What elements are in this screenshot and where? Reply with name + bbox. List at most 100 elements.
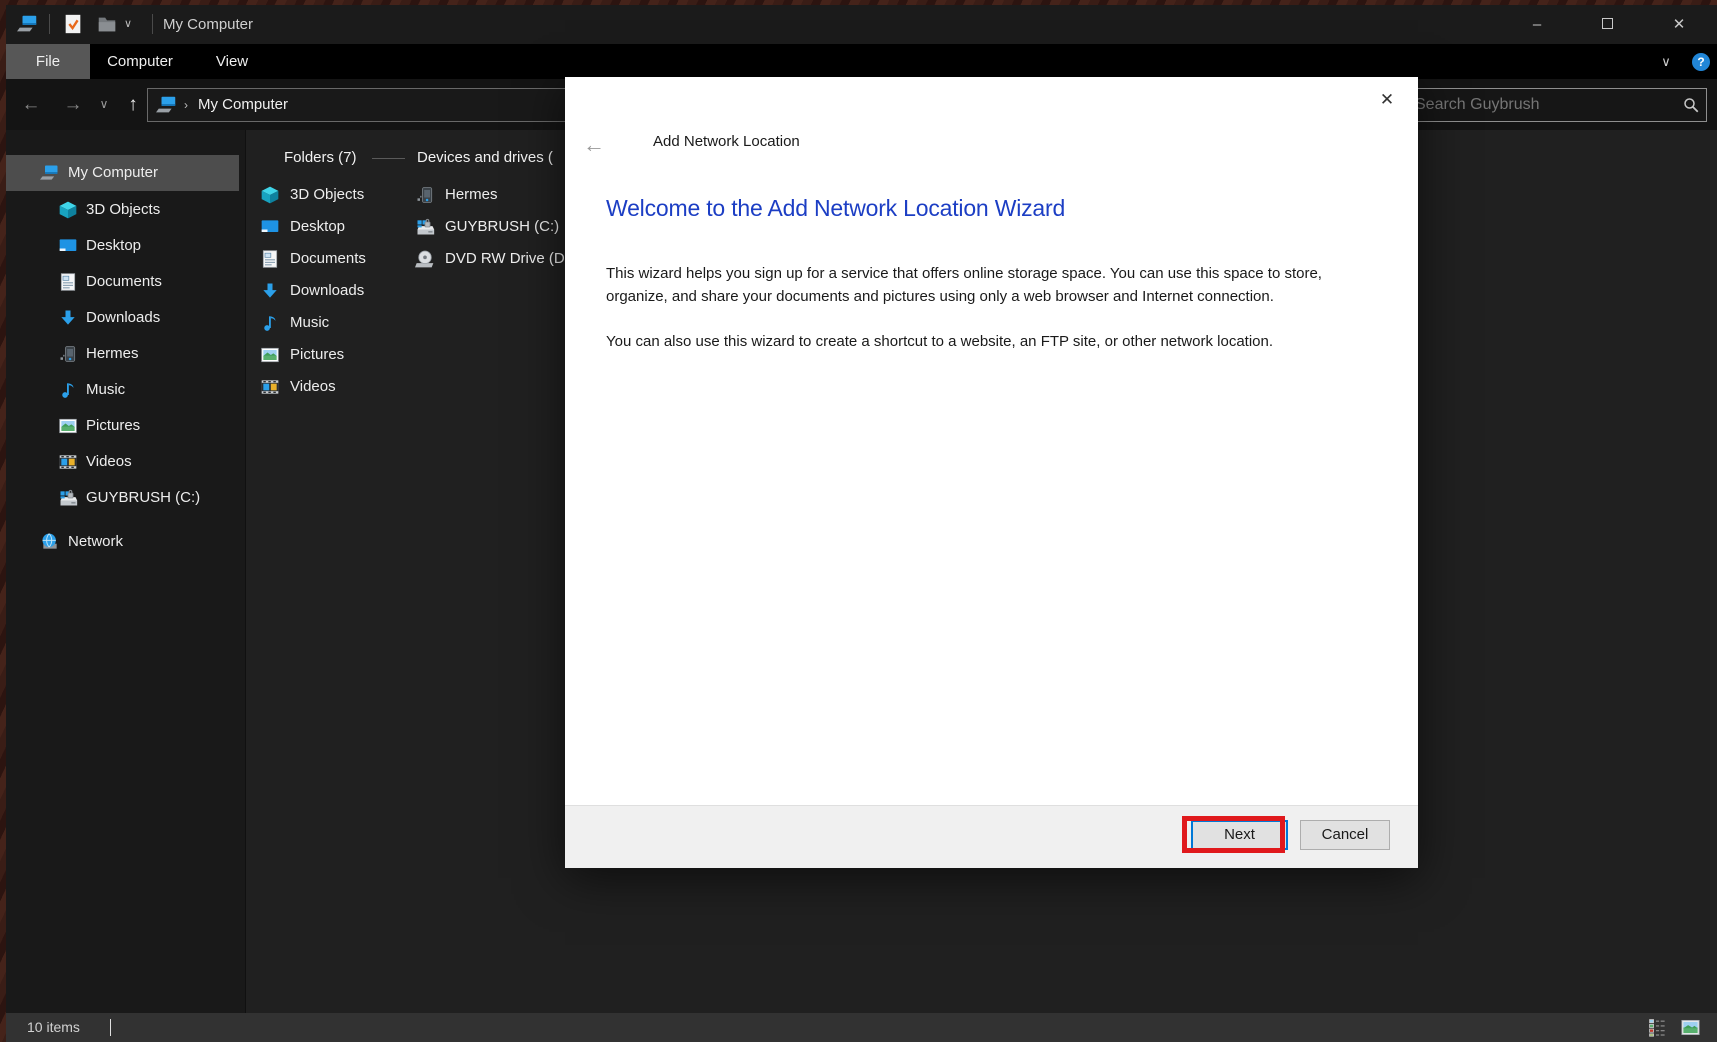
thumbnail-view-button[interactable]	[1679, 1016, 1703, 1039]
dialog-close-icon[interactable]: ✕	[1374, 87, 1400, 113]
status-divider	[110, 1019, 111, 1036]
file-item-label: 3D Objects	[290, 186, 365, 203]
sidebar-item-guybrush-c[interactable]: GUYBRUSH (C:)	[6, 480, 240, 516]
items-count: 10 items	[27, 1019, 80, 1035]
toolbar-divider	[152, 14, 153, 34]
details-view-button[interactable]	[1646, 1016, 1670, 1039]
sidebar-item-label: Desktop	[86, 237, 142, 254]
status-bar: 10 items	[6, 1013, 1717, 1042]
file-item-label: Documents	[290, 250, 366, 267]
cancel-button[interactable]: Cancel	[1300, 820, 1390, 850]
sidebar-item-hermes[interactable]: Hermes	[6, 336, 240, 372]
breadcrumb-computer-icon	[156, 94, 178, 116]
minimize-button[interactable]: –	[1514, 5, 1560, 44]
wizard-heading: Welcome to the Add Network Location Wiza…	[606, 195, 1066, 221]
sidebar-item-label: Documents	[86, 273, 162, 290]
documents-icon	[260, 249, 280, 269]
group-rule	[372, 158, 405, 159]
picture-icon	[260, 345, 280, 365]
wizard-paragraph: This wizard helps you sign up for a serv…	[606, 265, 1322, 305]
tab-view[interactable]: View	[190, 44, 274, 79]
breadcrumb[interactable]: My Computer	[198, 89, 288, 121]
navigation-pane: My Computer 3D Objects Desktop Documents…	[6, 130, 246, 1013]
sidebar-item-network[interactable]: Network	[6, 524, 240, 560]
group-header-devices[interactable]: Devices and drives (	[417, 148, 553, 168]
desktop-icon	[58, 236, 78, 256]
ribbon-tab-bar: File Computer View ∨ ?	[6, 44, 1717, 79]
toolbar-divider	[49, 14, 50, 34]
sidebar-item-label: Network	[68, 533, 124, 550]
cube-icon	[58, 200, 78, 220]
dialog-footer	[565, 805, 1418, 868]
search-input[interactable]	[1415, 89, 1665, 121]
portable-device-icon	[58, 344, 78, 364]
up-arrow-icon[interactable]: ↑	[118, 79, 148, 130]
sidebar-item-pictures[interactable]: Pictures	[6, 408, 240, 444]
tab-file[interactable]: File	[6, 44, 90, 79]
quick-access-chevron-icon[interactable]: ∨	[124, 5, 132, 44]
sidebar-item-desktop[interactable]: Desktop	[6, 228, 240, 264]
sidebar-item-my-computer[interactable]: My Computer	[6, 155, 239, 191]
sidebar-item-label: Hermes	[86, 345, 139, 362]
portable-device-icon	[415, 185, 435, 205]
music-note-icon	[260, 313, 280, 333]
sidebar-item-music[interactable]: Music	[6, 372, 240, 408]
cube-icon	[260, 185, 280, 205]
sidebar-item-label: Music	[86, 381, 126, 398]
ribbon-collapse-icon[interactable]: ∨	[1651, 44, 1681, 79]
file-item-label: Desktop	[290, 218, 346, 235]
back-arrow-icon[interactable]: ←	[16, 79, 46, 130]
wizard-paragraph: You can also use this wizard to create a…	[606, 333, 1274, 350]
breadcrumb-separator-icon: ›	[184, 98, 188, 112]
maximize-icon	[1601, 18, 1613, 29]
properties-icon[interactable]	[62, 13, 84, 35]
drive-icon	[415, 217, 435, 237]
maximize-button[interactable]	[1584, 5, 1630, 44]
file-item-label: DVD RW Drive (D	[445, 250, 565, 267]
sidebar-item-videos[interactable]: Videos	[6, 444, 240, 480]
tab-computer[interactable]: Computer	[90, 44, 190, 79]
film-icon	[58, 452, 78, 472]
search-box	[1406, 88, 1707, 122]
file-item-label: GUYBRUSH (C:)	[445, 218, 560, 235]
dialog-title: Add Network Location	[653, 133, 800, 150]
file-item-label: Hermes	[445, 186, 498, 203]
download-arrow-icon	[58, 308, 78, 328]
dvd-disc-icon	[415, 249, 435, 269]
film-icon	[260, 377, 280, 397]
help-icon[interactable]: ?	[1692, 53, 1710, 71]
close-button[interactable]: ✕	[1656, 5, 1702, 44]
wizard-body: This wizard helps you sign up for a serv…	[606, 262, 1384, 353]
documents-icon	[58, 272, 78, 292]
forward-arrow-icon[interactable]: →	[58, 79, 88, 130]
music-note-icon	[58, 380, 78, 400]
recent-locations-chevron-icon[interactable]: ∨	[92, 79, 116, 130]
computer-icon	[40, 163, 60, 183]
file-item-label: Music	[290, 314, 330, 331]
new-folder-icon[interactable]	[96, 13, 118, 35]
dialog-back-arrow-icon[interactable]: ←	[579, 131, 609, 159]
window-title: My Computer	[163, 16, 254, 33]
app-computer-icon	[17, 13, 39, 35]
sidebar-item-3d-objects[interactable]: 3D Objects	[6, 192, 240, 228]
desktop-icon	[260, 217, 280, 237]
sidebar-item-label: 3D Objects	[86, 201, 161, 218]
download-arrow-icon	[260, 281, 280, 301]
drive-icon	[58, 488, 78, 508]
file-item-label: Videos	[290, 378, 336, 395]
sidebar-item-label: Downloads	[86, 309, 161, 326]
group-header-folders[interactable]: Folders (7)	[284, 148, 357, 168]
add-network-location-dialog: ✕ ← Add Network Location Welcome to the …	[565, 77, 1418, 868]
file-item-label: Downloads	[290, 282, 365, 299]
title-bar: ∨ My Computer – ✕	[6, 5, 1717, 44]
search-icon[interactable]	[1682, 96, 1700, 114]
sidebar-item-downloads[interactable]: Downloads	[6, 300, 240, 336]
next-button[interactable]: Next	[1191, 820, 1288, 850]
sidebar-item-documents[interactable]: Documents	[6, 264, 240, 300]
network-globe-icon	[40, 532, 60, 552]
sidebar-item-label: My Computer	[68, 164, 159, 181]
picture-icon	[58, 416, 78, 436]
sidebar-item-label: Videos	[86, 453, 132, 470]
file-item-label: Pictures	[290, 346, 345, 363]
sidebar-item-label: Pictures	[86, 417, 141, 434]
